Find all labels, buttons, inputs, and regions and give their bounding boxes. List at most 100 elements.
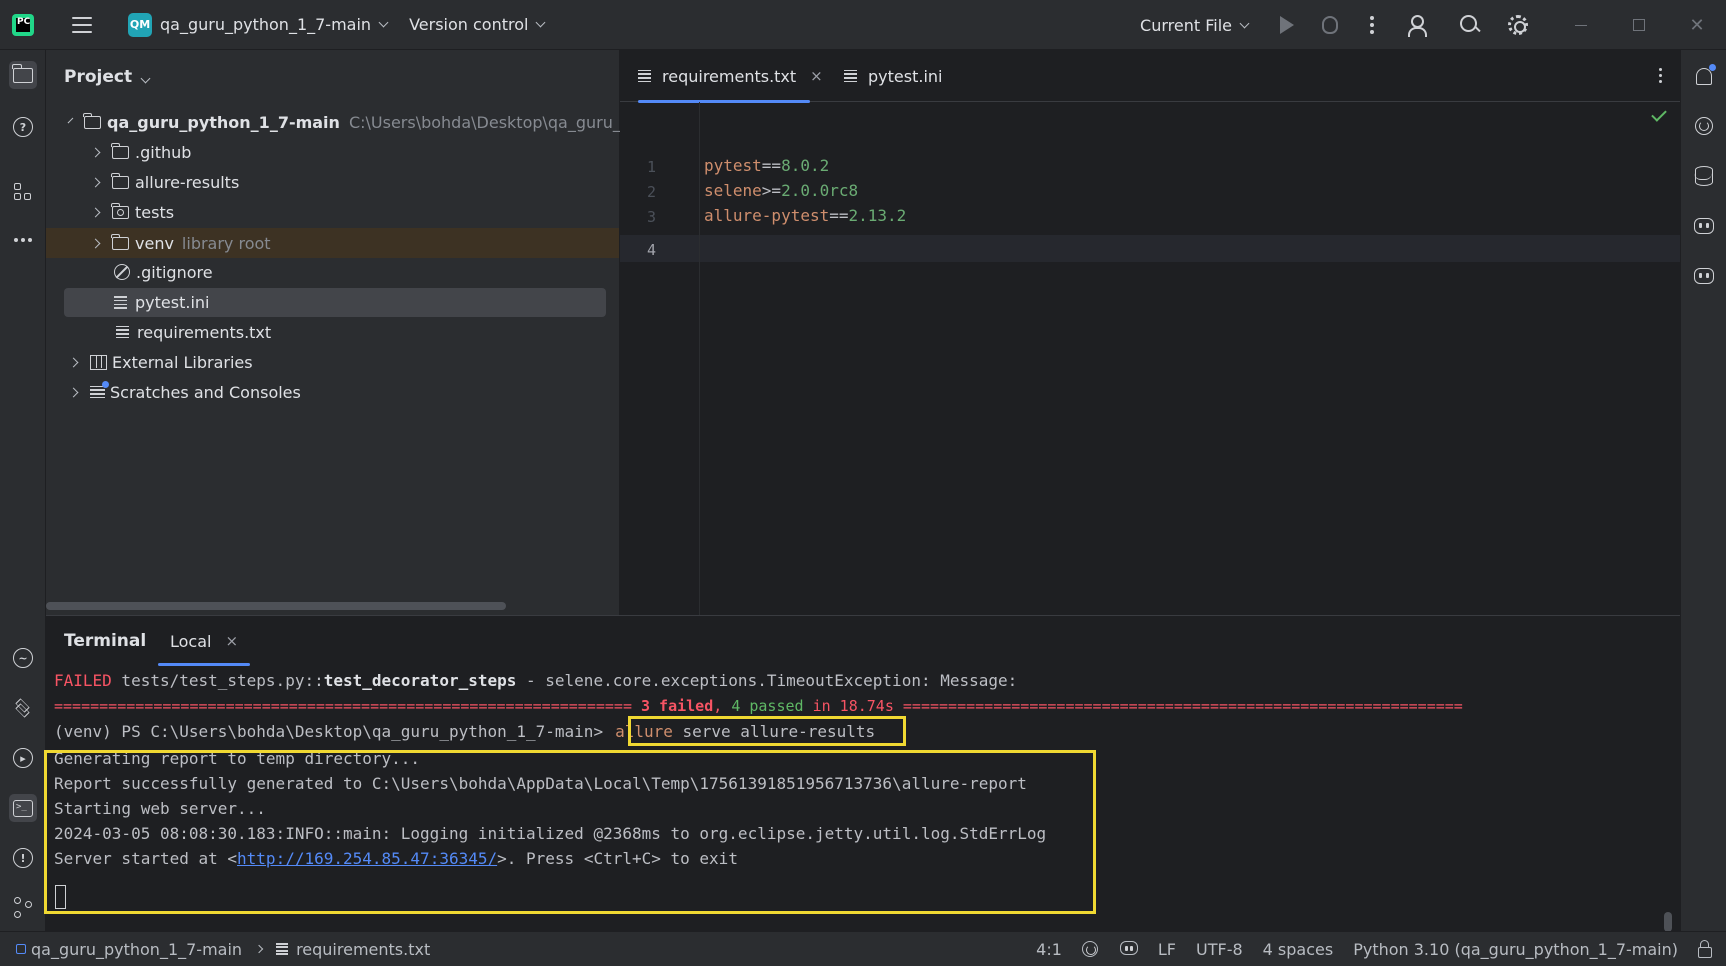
run-configuration-label: Current File [1140, 15, 1232, 35]
chevron-right-icon[interactable] [90, 238, 101, 248]
pycharm-logo-icon[interactable]: PC [12, 13, 34, 36]
git-tool-button[interactable] [9, 894, 37, 922]
tree-item-pytest-ini[interactable]: pytest.ini [64, 288, 606, 317]
close-icon: ✕ [1689, 14, 1705, 36]
more-icon[interactable] [1370, 16, 1374, 34]
tree-item-scratches[interactable]: Scratches and Consoles [46, 378, 620, 406]
chevron-right-icon[interactable] [90, 207, 101, 217]
tree-item-requirements[interactable]: requirements.txt [46, 318, 620, 346]
chevron-down-icon[interactable] [67, 117, 74, 123]
git-branch-icon [13, 897, 33, 919]
version-control-menu[interactable]: Version control [409, 0, 546, 50]
code-line[interactable]: allure-pytest==2.13.2 [704, 206, 906, 225]
terminal-scrollbar[interactable] [1664, 912, 1672, 932]
tree-item-gitignore[interactable]: .gitignore [46, 258, 620, 286]
tab-label: requirements.txt [662, 66, 797, 86]
project-view-selector[interactable]: Project [64, 67, 151, 87]
no-problems-check-icon[interactable] [1651, 106, 1667, 122]
python-console-tool-button[interactable]: ~ [9, 644, 37, 672]
structure-tool-button[interactable] [9, 178, 37, 206]
tree-item-venv[interactable]: venv library root [46, 228, 619, 258]
problems-tool-button[interactable]: ! [9, 844, 37, 872]
tree-item-allure-results[interactable]: allure-results [46, 168, 620, 196]
code-line[interactable]: pytest==8.0.2 [704, 156, 829, 175]
python-packages-tool-button[interactable]: ? [9, 113, 37, 141]
line-number: 2 [646, 183, 656, 201]
chevron-right-icon[interactable] [90, 177, 101, 187]
python-interpreter[interactable]: Python 3.10 (qa_guru_python_1_7-main) [1353, 940, 1678, 959]
add-user-icon[interactable] [1408, 14, 1430, 37]
tree-item-label: Scratches and Consoles [110, 382, 301, 402]
text-file-icon [844, 69, 857, 83]
text-file-icon [114, 296, 127, 309]
ai-assistant-button[interactable] [1692, 114, 1716, 138]
tree-item-label: tests [135, 202, 175, 222]
python-console-icon: ~ [13, 648, 33, 668]
tab-terminal-local[interactable]: Local × [158, 616, 251, 666]
tree-item-external-libraries[interactable]: External Libraries [46, 348, 620, 376]
horizontal-scrollbar[interactable] [46, 602, 506, 610]
ai-spiral-icon [1695, 117, 1713, 135]
menu-icon[interactable] [72, 16, 92, 33]
file-encoding[interactable]: UTF-8 [1196, 940, 1243, 959]
editor-more-icon[interactable] [1659, 68, 1662, 83]
close-tab-icon[interactable]: × [225, 632, 238, 650]
minimize-button[interactable] [1552, 0, 1610, 50]
line-number: 4 [646, 241, 656, 259]
breadcrumb-project[interactable]: qa_guru_python_1_7-main [31, 940, 242, 959]
copilot-chat-button[interactable] [1692, 264, 1716, 288]
terminal-tool-button[interactable]: >_ [9, 794, 37, 822]
chevron-down-icon [378, 17, 389, 28]
library-root-hint: library root [181, 233, 271, 253]
tab-requirements-txt[interactable]: requirements.txt × [638, 50, 823, 103]
debug-icon[interactable] [1322, 16, 1338, 34]
status-bar: qa_guru_python_1_7-main requirements.txt… [0, 931, 1726, 966]
copilot-button[interactable] [1692, 214, 1716, 238]
command-highlight-box [628, 716, 906, 746]
close-window-button[interactable]: ✕ [1668, 0, 1726, 50]
minimize-icon [1575, 24, 1587, 26]
project-switcher[interactable]: qa_guru_python_1_7-main [152, 0, 389, 50]
line-number: 1 [646, 158, 656, 176]
run-configuration-selector[interactable]: Current File [1140, 0, 1250, 50]
chevron-right-icon[interactable] [68, 387, 79, 397]
text-file-icon [638, 69, 651, 83]
services-tool-button[interactable] [9, 694, 37, 722]
layers-icon [13, 698, 33, 718]
line-separator[interactable]: LF [1158, 940, 1176, 959]
notifications-button[interactable] [1692, 64, 1716, 88]
tree-item-tests[interactable]: tests [46, 198, 620, 226]
chevron-right-icon[interactable] [68, 357, 79, 367]
maximize-button[interactable] [1610, 0, 1668, 50]
chevron-down-icon [1239, 18, 1250, 28]
code-line[interactable]: selene>=2.0.0rc8 [704, 181, 858, 200]
maximize-icon [1633, 19, 1645, 31]
project-badge[interactable]: QM [128, 12, 152, 37]
editor: requirements.txt × pytest.ini 1 2 3 4 py… [620, 50, 1680, 615]
database-button[interactable] [1692, 164, 1716, 188]
search-icon[interactable] [1460, 15, 1480, 35]
editor-tabs: requirements.txt × pytest.ini [620, 50, 1680, 103]
settings-icon[interactable] [1508, 15, 1528, 35]
scratches-icon [90, 380, 109, 399]
breadcrumb-file[interactable]: requirements.txt [296, 940, 430, 959]
chevron-right-icon[interactable] [90, 147, 101, 157]
terminal-panel: Terminal Local × FAILED tests/test_steps… [44, 615, 1680, 932]
test-folder-icon [111, 202, 129, 219]
caret-position[interactable]: 4:1 [1036, 940, 1062, 959]
tree-item-label: allure-results [135, 172, 240, 192]
tree-root[interactable]: qa_guru_python_1_7-main C:\Users\bohda\D… [46, 108, 620, 136]
read-only-lock-icon[interactable] [1698, 940, 1712, 958]
indent-setting[interactable]: 4 spaces [1263, 940, 1334, 959]
more-tools-button[interactable] [9, 226, 37, 254]
run-tool-button[interactable]: ▸ [9, 744, 37, 772]
project-tool-button[interactable] [9, 61, 37, 89]
project-icon [16, 944, 26, 954]
project-panel: Project qa_guru_python_1_7-main C:\Users… [46, 50, 620, 615]
run-icon[interactable] [1280, 16, 1294, 34]
ai-disabled-icon[interactable] [1081, 940, 1100, 959]
close-tab-icon[interactable]: × [810, 67, 823, 85]
copilot-status-icon[interactable] [1119, 940, 1138, 959]
tree-item-github[interactable]: .github [46, 138, 620, 166]
tab-pytest-ini[interactable]: pytest.ini [844, 50, 942, 102]
